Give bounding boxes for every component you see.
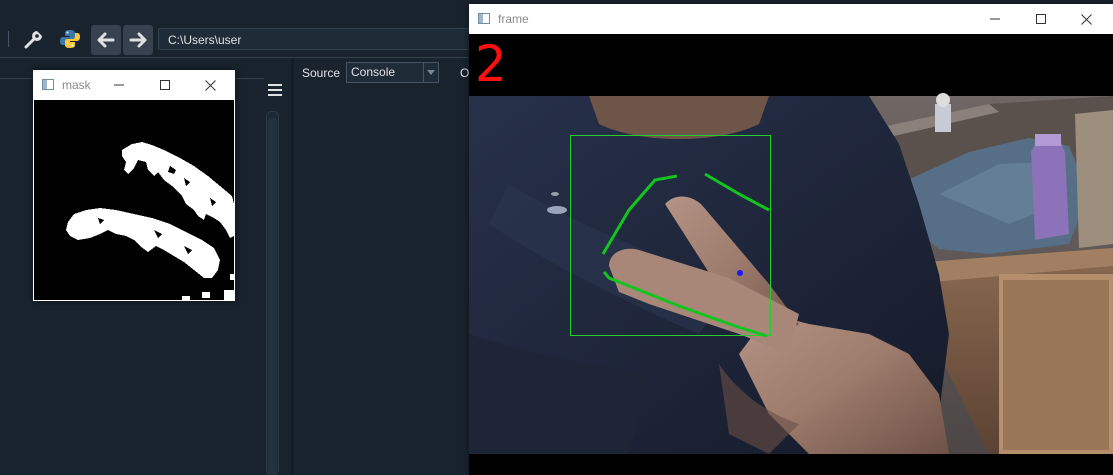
back-button[interactable]	[91, 25, 121, 55]
working-directory-path: C:\Users\user	[168, 33, 242, 47]
options-label: O	[460, 66, 470, 80]
arrow-left-icon	[97, 32, 115, 48]
source-label: Source	[302, 66, 341, 80]
frame-window-title: frame	[498, 12, 529, 26]
centroid-point	[737, 270, 743, 276]
arrow-right-icon	[129, 32, 147, 48]
frame-window-titlebar[interactable]: frame	[469, 4, 1113, 34]
help-pane: Source Console O	[294, 58, 474, 475]
source-dropdown-value: Console	[351, 65, 396, 79]
pane-options-menu-icon[interactable]	[268, 81, 282, 99]
camera-frame: 2	[469, 34, 1113, 475]
minimize-icon[interactable]	[111, 78, 127, 92]
mask-window-title: mask	[62, 78, 91, 92]
finger-count: 2	[475, 35, 507, 93]
python-icon[interactable]	[58, 27, 82, 51]
working-directory-input[interactable]: C:\Users\user	[158, 28, 478, 50]
minimize-icon[interactable]	[987, 12, 1003, 26]
app-window-icon	[478, 13, 490, 24]
mask-window-titlebar[interactable]: mask	[33, 70, 235, 100]
forward-button[interactable]	[123, 25, 153, 55]
wrench-icon[interactable]	[22, 27, 46, 51]
maximize-icon[interactable]	[157, 78, 173, 92]
chevron-down-icon	[423, 63, 438, 82]
close-icon[interactable]	[202, 78, 218, 92]
mask-window[interactable]: mask	[33, 70, 235, 301]
scrollbar-handle[interactable]	[268, 118, 277, 475]
camera-scene	[469, 34, 1113, 475]
maximize-icon[interactable]	[1033, 12, 1049, 26]
mask-image	[34, 100, 234, 300]
frame-window[interactable]: frame 2	[469, 4, 1113, 475]
close-icon[interactable]	[1078, 12, 1094, 26]
toolbar-separator	[8, 31, 9, 47]
app-window-icon	[42, 79, 54, 90]
source-dropdown[interactable]: Console	[346, 62, 439, 83]
